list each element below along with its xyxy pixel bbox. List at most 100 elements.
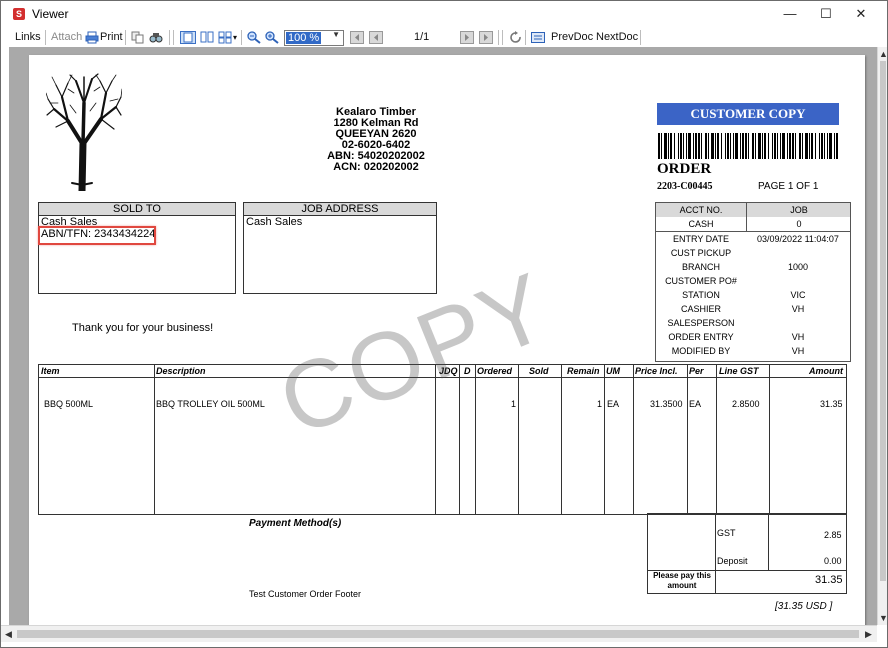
usd-total: [31.35 USD ] — [775, 601, 833, 612]
barcode-bar — [748, 133, 749, 159]
zoom-in-icon[interactable] — [265, 31, 279, 44]
barcode-bar — [693, 133, 694, 159]
horizontal-scrollbar[interactable]: ◀ ▶ — [1, 625, 877, 642]
next-doc-button[interactable]: NextDoc — [596, 31, 638, 43]
barcode-bar — [764, 133, 766, 159]
sold-to-header: SOLD TO — [39, 203, 235, 216]
column-divider — [154, 365, 155, 514]
barcode-bar — [733, 133, 734, 159]
vertical-scroll-thumb[interactable] — [880, 61, 886, 581]
customer-po-label: CUSTOMER PO# — [665, 276, 737, 286]
barcode-bar — [742, 133, 744, 159]
company-acn: ACN: 020202002 — [333, 161, 419, 173]
toolbar-separator — [502, 30, 503, 45]
barcode-bar — [717, 133, 719, 159]
zoom-out-icon[interactable] — [247, 31, 261, 44]
barcode-bar — [805, 133, 808, 159]
print-button[interactable]: Print — [100, 31, 123, 43]
column-divider — [604, 365, 605, 514]
info-salesperson-row: SALESPERSON — [656, 316, 850, 330]
scroll-right-icon[interactable]: ▶ — [865, 629, 872, 640]
barcode-bar — [811, 133, 813, 159]
close-button[interactable]: ✕ — [844, 1, 878, 27]
toolbar-separator — [498, 30, 499, 45]
job-address-box: JOB ADDRESS Cash Sales — [243, 202, 437, 294]
totals-box: GST 2.85 Deposit 0.00 Please pay this am… — [647, 513, 847, 594]
scroll-up-icon[interactable]: ▲ — [879, 49, 887, 59]
barcode-bar — [829, 133, 832, 159]
scroll-left-icon[interactable]: ◀ — [5, 629, 12, 640]
info-branch-row: BRANCH 1000 — [656, 260, 850, 274]
totals-divider — [768, 514, 769, 570]
last-page-icon[interactable] — [479, 31, 493, 44]
please-pay-line1: Please pay this — [653, 571, 711, 580]
branch-label: BRANCH — [681, 262, 720, 272]
toolbar-separator — [640, 30, 641, 45]
branch-value: 1000 — [787, 262, 809, 272]
barcode-bar — [668, 133, 669, 159]
two-pages-icon[interactable] — [200, 31, 214, 44]
links-button[interactable]: Links — [15, 31, 41, 43]
zoom-select[interactable]: 100 % ▼ — [284, 30, 344, 46]
order-entry-value: VH — [791, 332, 805, 342]
entry-date-label: ENTRY DATE — [672, 234, 729, 244]
horizontal-scroll-thumb[interactable] — [17, 630, 859, 638]
barcode-bar — [834, 133, 835, 159]
column-divider — [633, 365, 634, 514]
barcode-bar — [686, 133, 687, 159]
barcode-bar — [802, 133, 803, 159]
first-page-icon[interactable] — [350, 31, 364, 44]
multi-page-icon[interactable] — [218, 31, 232, 44]
barcode-bar — [836, 133, 838, 159]
cell-line-gst: 2.8500 — [732, 399, 760, 409]
prev-doc-button[interactable]: PrevDoc — [551, 31, 593, 43]
barcode-bar — [809, 133, 810, 159]
copy-icon[interactable] — [131, 31, 145, 44]
barcode-bar — [674, 133, 675, 159]
barcode-bar — [755, 133, 756, 159]
column-divider — [716, 365, 717, 514]
minimize-button[interactable]: — — [773, 1, 807, 27]
next-page-icon[interactable] — [460, 31, 474, 44]
scroll-down-icon[interactable]: ▼ — [879, 613, 887, 623]
toolbar-separator — [45, 30, 46, 45]
col-price: Price Incl. — [635, 366, 678, 376]
document-icon[interactable] — [531, 31, 545, 44]
maximize-button[interactable]: ☐ — [809, 1, 843, 27]
attach-button[interactable]: Attach — [51, 31, 82, 43]
thank-you-message: Thank you for your business! — [72, 322, 214, 334]
cell-um: EA — [607, 399, 620, 409]
sold-to-box: SOLD TO Cash Sales ABN/TFN: 2343434224 — [38, 202, 236, 294]
barcode-bar — [789, 133, 791, 159]
layout-dropdown-arrow-icon[interactable]: ▾ — [233, 33, 237, 42]
barcode-bar — [824, 133, 825, 159]
please-pay-label: Please pay this amount — [649, 571, 715, 591]
barcode-bar — [711, 133, 714, 159]
barcode-bar — [708, 133, 709, 159]
barcode-bar — [777, 133, 778, 159]
barcode-bar — [799, 133, 801, 159]
barcode-bar — [774, 133, 776, 159]
barcode-bar — [782, 133, 785, 159]
find-icon[interactable] — [149, 31, 163, 44]
barcode-bar — [680, 133, 682, 159]
refresh-icon[interactable] — [509, 31, 523, 44]
order-number: 2203-C00445 — [657, 181, 713, 192]
cashier-value: VH — [791, 304, 805, 314]
barcode-bar — [658, 133, 660, 159]
printer-icon[interactable] — [85, 31, 99, 44]
please-pay-line2: amount — [667, 581, 697, 590]
single-page-icon[interactable] — [180, 31, 196, 44]
column-divider — [769, 365, 770, 514]
vertical-scrollbar[interactable]: ▲ ▼ — [877, 47, 887, 625]
barcode-bar — [715, 133, 716, 159]
payment-method-label: Payment Method(s) — [249, 518, 342, 529]
column-divider — [518, 365, 519, 514]
barcode-bar — [772, 133, 773, 159]
previous-page-icon[interactable] — [369, 31, 383, 44]
column-divider — [561, 365, 562, 514]
order-info-panel: ACCT NO. JOB CASH 0 ENTRY DATE 03/09/202… — [655, 202, 851, 362]
barcode-bar — [780, 133, 781, 159]
info-header-row: ACCT NO. JOB — [656, 203, 850, 217]
col-item: Item — [41, 366, 60, 376]
